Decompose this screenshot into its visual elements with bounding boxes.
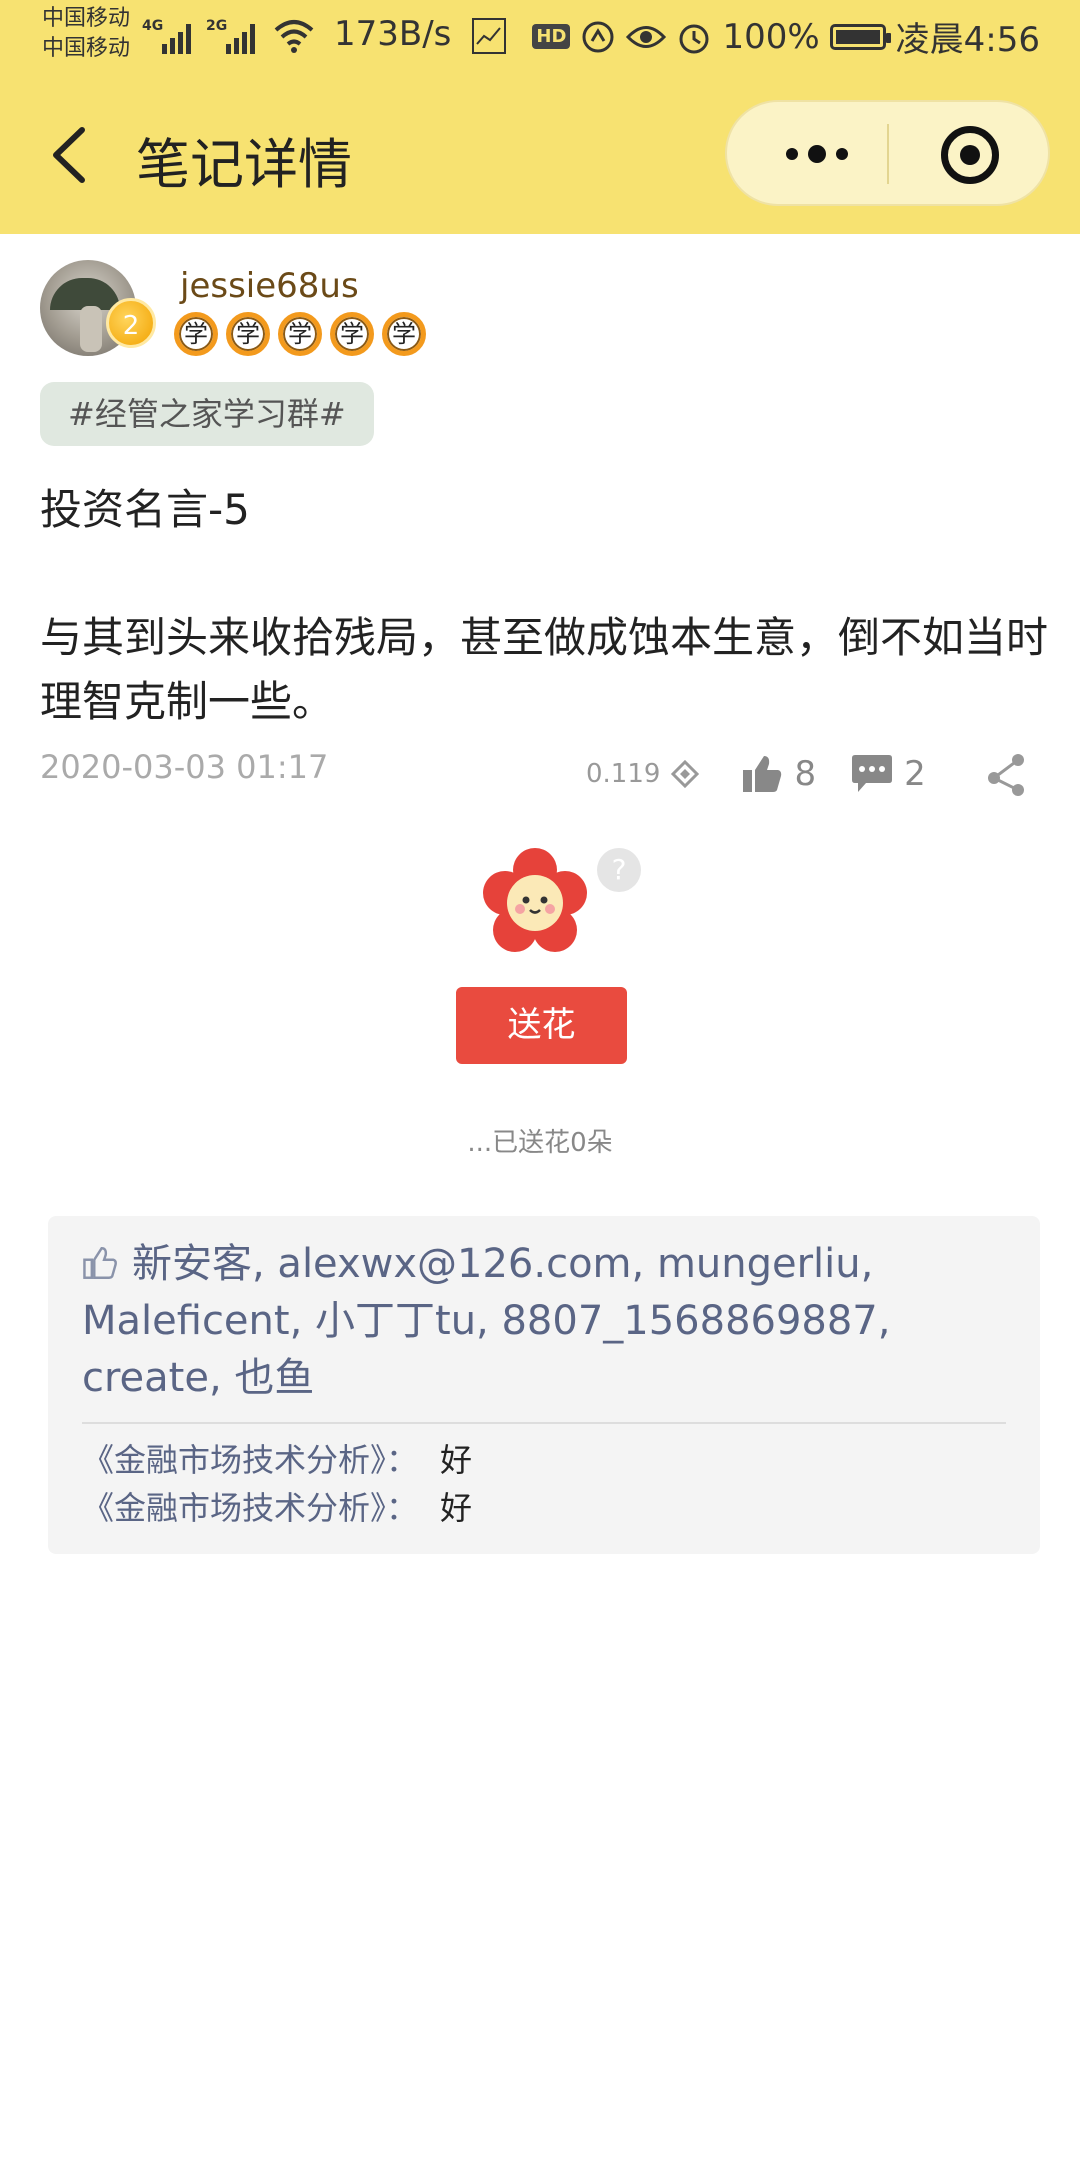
medal-list: 学 学 学 学 学	[174, 312, 426, 356]
more-options-icon[interactable]	[777, 132, 857, 176]
send-flower-button[interactable]: 送花	[456, 987, 627, 1064]
carrier-1: 中国移动	[42, 6, 131, 31]
alarm-icon	[679, 24, 709, 53]
comment-author[interactable]: 《金融市场技术分析》：	[82, 1441, 418, 1479]
study-medal: 学	[278, 312, 322, 356]
author-username[interactable]: jessie68us	[180, 266, 359, 306]
level-badge: 2	[106, 298, 156, 348]
battery-icon	[829, 23, 891, 50]
network-speed: 173B/s	[334, 14, 452, 54]
battery-percent: 100%	[722, 16, 820, 57]
eye-icon	[626, 25, 667, 48]
status-bar: 中国移动 中国移动 4G 2G 173B/s HD 100% 凌晨4:56	[0, 0, 1080, 76]
comment-text: 好	[440, 1441, 473, 1479]
thumbs-up-icon[interactable]	[740, 752, 784, 796]
capsule-divider	[887, 124, 889, 184]
flower-icon	[483, 848, 587, 952]
comment-count: 2	[904, 754, 926, 794]
post-actions: 0.119 8 2	[586, 750, 1028, 798]
carrier-labels: 中国移动 中国移动	[42, 4, 130, 64]
post-title: 投资名言-5	[40, 485, 250, 534]
likes-divider	[82, 1422, 1006, 1424]
study-medal: 学	[174, 312, 218, 356]
topic-tag[interactable]: #经管之家学习群#	[40, 382, 374, 446]
post-body: 与其到头来收拾残局，甚至做成蚀本生意，倒不如当时理智克制一些。	[40, 613, 1049, 726]
flower-help-icon[interactable]: ?	[597, 848, 641, 892]
study-medal: 学	[330, 312, 374, 356]
carrier-2: 中国移动	[42, 36, 131, 61]
status-right: HD 100% 凌晨4:56	[532, 12, 1040, 61]
comment-item[interactable]: 《金融市场技术分析》： 好	[82, 1486, 472, 1530]
comment-icon[interactable]	[850, 754, 894, 794]
signal-2g-icon: 2G	[206, 18, 255, 54]
likers-names[interactable]: 新安客, alexwx@126.com, mungerliu, Malefice…	[82, 1241, 890, 1401]
net-2g-label: 2G	[206, 18, 227, 34]
back-arrow-icon[interactable]	[40, 120, 100, 190]
study-medal: 学	[226, 312, 270, 356]
stock-app-icon	[472, 18, 506, 54]
post-date: 2020-03-03 01:17	[40, 748, 329, 786]
thumbs-up-outline-icon	[83, 1247, 117, 1279]
comment-text: 好	[440, 1489, 473, 1527]
title-bar: 笔记详情	[0, 80, 1080, 234]
signal-4g-icon: 4G	[142, 18, 191, 54]
close-mini-program-icon[interactable]	[941, 126, 999, 184]
value-amount: 0.119	[586, 759, 661, 789]
data-saver-icon	[582, 21, 614, 52]
top-bar: 中国移动 中国移动 4G 2G 173B/s HD 100% 凌晨4:56 笔记…	[0, 0, 1080, 234]
like-count: 8	[794, 754, 817, 794]
likes-comments-box: 新安客, alexwx@126.com, mungerliu, Malefice…	[48, 1216, 1040, 1554]
flower-sent-count: ...已送花0朵	[467, 1128, 613, 1158]
wifi-icon	[274, 20, 314, 53]
comment-item[interactable]: 《金融市场技术分析》： 好	[82, 1438, 472, 1482]
post-content: 投资名言-5 与其到头来收拾残局，甚至做成蚀本生意，倒不如当时理智克制一些。	[40, 478, 1050, 734]
likers-list: 新安客, alexwx@126.com, mungerliu, Malefice…	[82, 1236, 1012, 1407]
mini-program-capsule	[725, 100, 1050, 206]
share-icon[interactable]	[984, 752, 1028, 796]
hd-badge: HD	[532, 24, 571, 49]
net-4g-label: 4G	[142, 18, 163, 34]
clock: 凌晨4:56	[895, 20, 1040, 60]
page-title: 笔记详情	[136, 133, 352, 196]
study-medal: 学	[382, 312, 426, 356]
diamond-icon[interactable]	[670, 759, 700, 789]
comment-author[interactable]: 《金融市场技术分析》：	[82, 1489, 418, 1527]
